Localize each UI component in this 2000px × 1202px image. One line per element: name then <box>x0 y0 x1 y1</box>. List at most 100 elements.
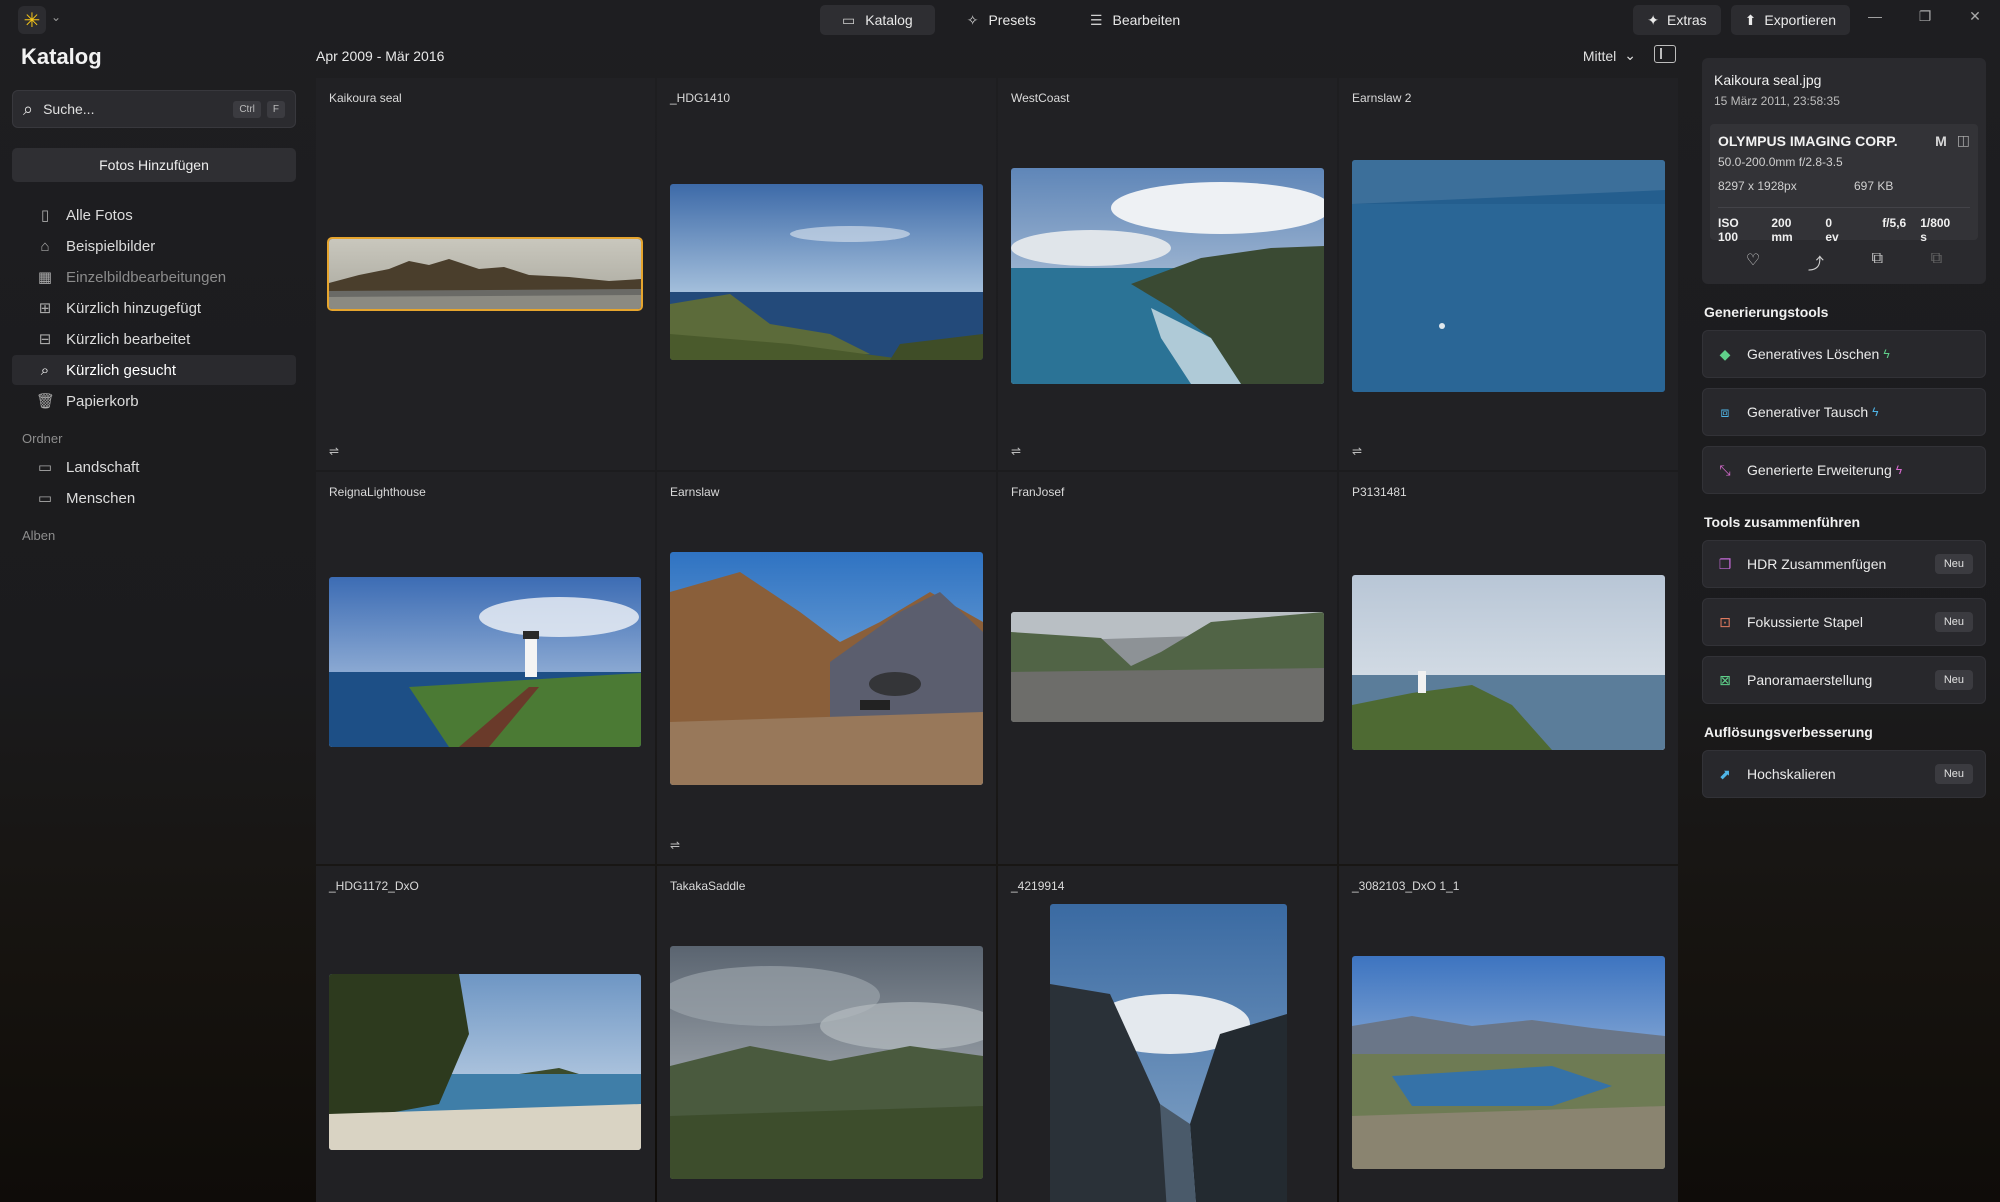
heart-icon[interactable]: ♡ <box>1746 250 1760 274</box>
photo-tile[interactable]: Earnslaw ⇌ <box>657 472 996 864</box>
grid-icon: ▦ <box>37 269 53 286</box>
info-focal: 200 mm <box>1771 216 1793 244</box>
focus-stack-icon: ⊡ <box>1719 613 1731 630</box>
tab-label: Katalog <box>865 12 913 28</box>
chevron-down-icon[interactable]: ⌄ <box>51 10 61 24</box>
photo-tile[interactable]: FranJosef <box>998 472 1337 864</box>
thumbnail-size-select[interactable]: Mittel ⌄ <box>1583 47 1636 64</box>
upscale-button[interactable]: ⬈ Hochskalieren Neu <box>1702 750 1986 798</box>
photo-name: Earnslaw <box>670 485 720 499</box>
search-input[interactable] <box>43 101 228 117</box>
add-photos-button[interactable]: Fotos Hinzufügen <box>12 148 296 182</box>
photo-browser: Apr 2009 - Mär 2016 Mittel ⌄ Kaikoura se… <box>316 40 1678 1202</box>
photo-name: _4219914 <box>1011 879 1065 893</box>
left-sidebar: Katalog ⌕ Ctrl F Fotos Hinzufügen ▯ Alle… <box>0 40 310 1202</box>
info-iso: ISO 100 <box>1718 216 1739 244</box>
shortcut-ctrl: Ctrl <box>233 100 261 118</box>
tab-presets[interactable]: ✧ Presets <box>945 5 1058 35</box>
photo-tile[interactable]: WestCoast ⇌ <box>998 78 1337 470</box>
sidebar-item-all-photos[interactable]: ▯ Alle Fotos <box>12 200 296 230</box>
info-filesize: 697 KB <box>1854 179 1894 193</box>
generative-swap-button[interactable]: ⧈ Generativer Tausch ϟ <box>1702 388 1986 436</box>
photo-tile[interactable]: Earnslaw 2 ⇌ <box>1339 78 1678 470</box>
merge-tools-heading: Tools zusammenführen <box>1704 514 1861 530</box>
photo-thumbnail[interactable] <box>329 577 641 747</box>
duplicate-icon[interactable]: ⧉ <box>1931 250 1942 274</box>
albums-heading: Alben <box>22 527 56 543</box>
export-button[interactable]: ⬆ Exportieren <box>1730 5 1850 35</box>
photo-thumbnail[interactable] <box>329 974 641 1150</box>
extras-button[interactable]: ✦ Extras <box>1633 5 1721 35</box>
photo-thumbnail[interactable] <box>1352 956 1665 1169</box>
sidebar-item-sample-images[interactable]: ⌂ Beispielbilder <box>12 231 296 261</box>
tab-bearbeiten[interactable]: ☰ Bearbeiten <box>1068 5 1202 35</box>
sidebar-item-label: Kürzlich bearbeitet <box>66 330 191 348</box>
edit-adjustments-icon: ⇌ <box>1352 444 1363 458</box>
photo-tile[interactable]: _HDG1410 <box>657 78 996 470</box>
photo-thumbnail[interactable] <box>670 184 983 360</box>
tool-label: Generierte Erweiterung <box>1747 462 1892 478</box>
sidebar-item-recently-searched[interactable]: ⌕ Kürzlich gesucht <box>12 355 296 385</box>
sun-logo-icon[interactable]: ✳ <box>18 6 46 34</box>
sidebar-item-trash[interactable]: 🗑 Papierkorb <box>12 386 296 416</box>
info-shutter: 1/800 s <box>1920 216 1951 244</box>
focus-stack-button[interactable]: ⊡ Fokussierte Stapel Neu <box>1702 598 1986 646</box>
generative-erase-button[interactable]: ◆ Generatives Löschen ϟ <box>1702 330 1986 378</box>
photo-thumbnail[interactable] <box>1352 160 1665 392</box>
search-icon: ⌕ <box>23 98 34 119</box>
mode-tabs: ▭ Katalog ✧ Presets ☰ Bearbeiten <box>820 5 1202 35</box>
sidebar-item-recently-added[interactable]: ⊞ Kürzlich hinzugefügt <box>12 293 296 323</box>
photo-thumbnail[interactable] <box>1011 168 1324 384</box>
edit-adjustments-icon: ⇌ <box>1011 444 1022 458</box>
tool-label: Generatives Löschen <box>1747 346 1880 362</box>
hdr-merge-button[interactable]: ❐ HDR Zusammenfügen Neu <box>1702 540 1986 588</box>
restore-icon[interactable]: ❐ <box>1914 8 1936 25</box>
upscale-icon: ⬈ <box>1719 765 1731 782</box>
sidebar-item-label: Menschen <box>66 489 136 507</box>
photo-tile[interactable]: Kaikoura seal ⇌ <box>316 78 655 470</box>
export-icon: ⬆ <box>1744 11 1757 28</box>
photo-name: Earnslaw 2 <box>1352 91 1412 105</box>
search-icon: ⌕ <box>40 361 50 379</box>
tool-label: Panoramaerstellung <box>1747 672 1873 688</box>
tab-label: Presets <box>988 12 1036 28</box>
bolt-icon: ϟ <box>1895 463 1903 477</box>
folder-icon: ▭ <box>842 11 856 28</box>
sidebar-item-folder-people[interactable]: ▭ Menschen <box>12 483 296 513</box>
folders-heading: Ordner <box>22 430 63 446</box>
rotate-icon[interactable]: ⤴ <box>1808 250 1824 274</box>
close-icon[interactable]: ✕ <box>1964 8 1986 25</box>
right-panel: Kaikoura seal.jpg 15 März 2011, 23:58:35… <box>1702 58 1986 808</box>
photo-thumbnail[interactable] <box>1352 575 1665 750</box>
photo-tile[interactable]: TakakaSaddle <box>657 866 996 1202</box>
minimize-icon[interactable]: — <box>1864 8 1886 25</box>
copy-icon[interactable]: ⧉ <box>1872 250 1883 274</box>
tool-label: Hochskalieren <box>1747 766 1836 782</box>
photo-tile[interactable]: _3082103_DxO 1_1 <box>1339 866 1678 1202</box>
photo-tile[interactable]: _HDG1172_DxO <box>316 866 655 1202</box>
export-label: Exportieren <box>1764 12 1836 28</box>
app-window: ✳ ⌄ ▭ Katalog ✧ Presets ☰ Bearbeiten ✦ E… <box>0 0 2000 1202</box>
panorama-button[interactable]: ⊠ Panoramaerstellung Neu <box>1702 656 1986 704</box>
panel-toggle-icon[interactable] <box>1654 45 1676 63</box>
sidebar-item-recently-edited[interactable]: ⊟ Kürzlich bearbeitet <box>12 324 296 354</box>
tab-katalog[interactable]: ▭ Katalog <box>820 5 935 35</box>
bolt-icon: ϟ <box>1872 405 1879 419</box>
photo-name: P3131481 <box>1352 485 1407 499</box>
photos-icon: ▯ <box>40 207 50 224</box>
sidebar-item-single-edits[interactable]: ▦ Einzelbildbearbeitungen <box>12 262 296 292</box>
photo-tile[interactable]: P3131481 <box>1339 472 1678 864</box>
recent-edit-icon: ⊟ <box>38 331 52 348</box>
photo-thumbnail[interactable] <box>1011 612 1324 722</box>
info-datetime: 15 März 2011, 23:58:35 <box>1714 94 1840 108</box>
photo-name: Kaikoura seal <box>329 91 402 105</box>
swap-icon: ⧈ <box>1720 403 1730 420</box>
photo-tile[interactable]: ReignaLighthouse <box>316 472 655 864</box>
photo-thumbnail[interactable] <box>670 946 983 1179</box>
generative-expand-button[interactable]: ⤡ Generierte Erweiterung ϟ <box>1702 446 1986 494</box>
photo-thumbnail[interactable] <box>329 239 641 309</box>
sidebar-item-folder-landscape[interactable]: ▭ Landschaft <box>12 452 296 482</box>
photo-tile[interactable]: _4219914 <box>998 866 1337 1202</box>
photo-thumbnail[interactable] <box>1050 904 1287 1202</box>
photo-thumbnail[interactable] <box>670 552 983 785</box>
